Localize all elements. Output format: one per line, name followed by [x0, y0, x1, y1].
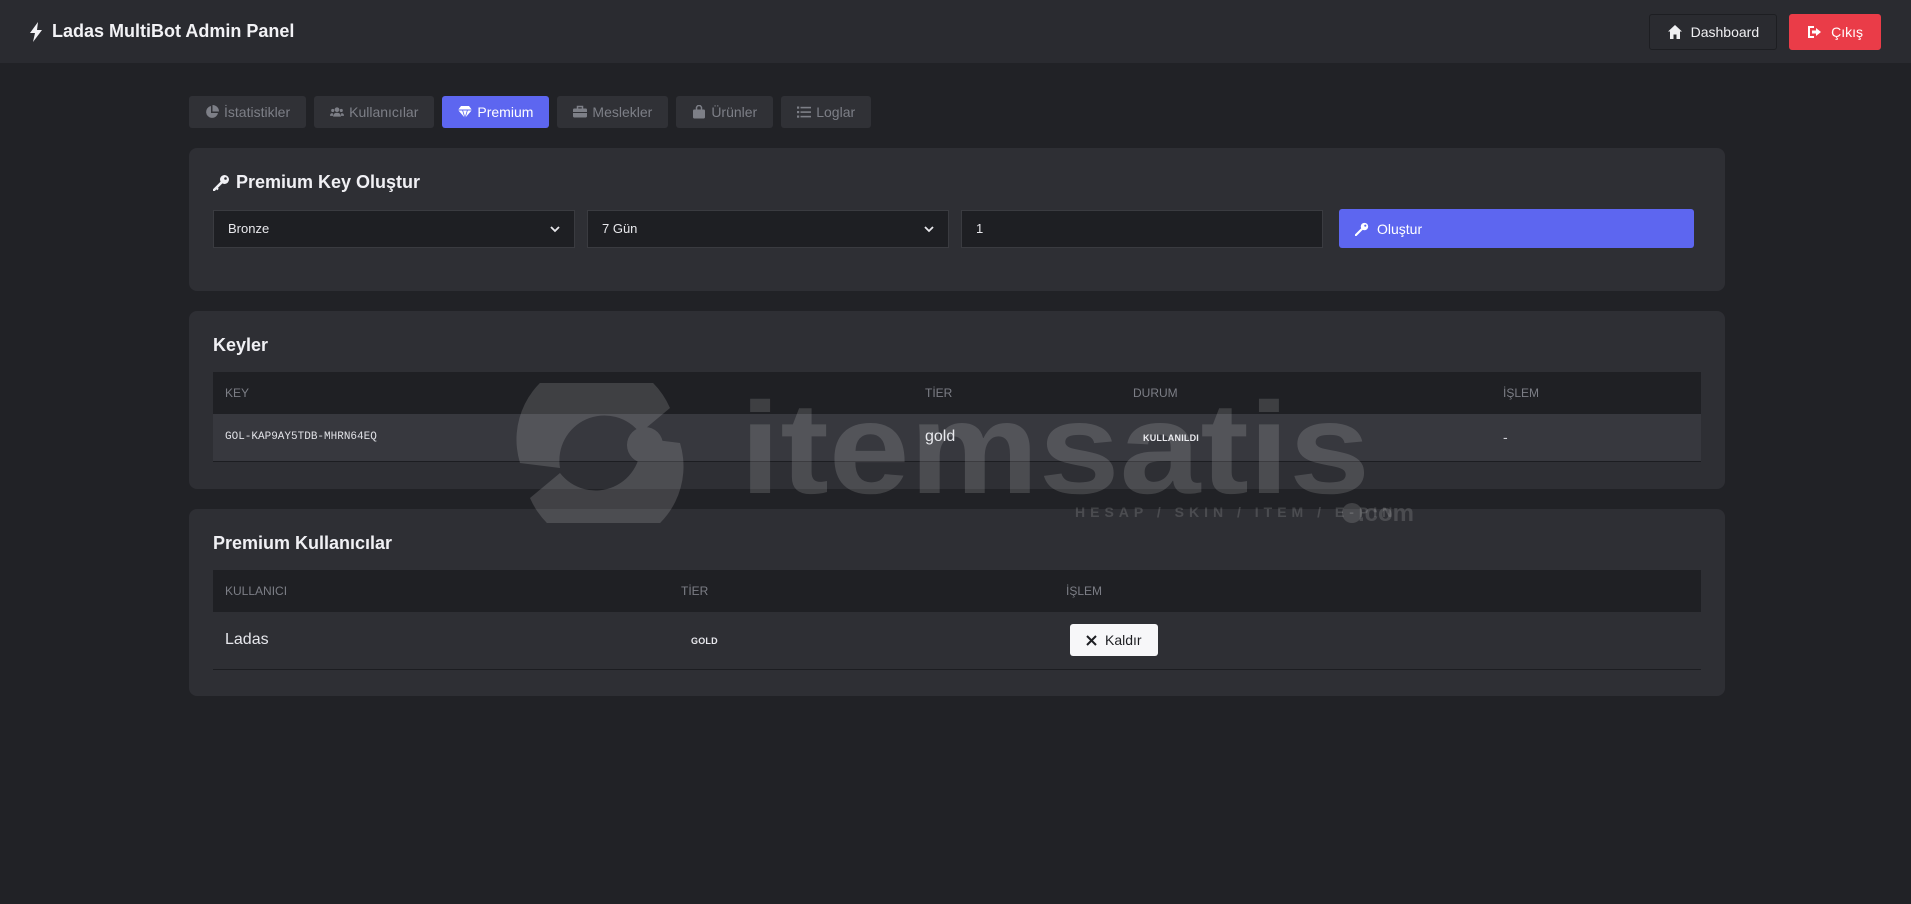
- chevron-down-icon: [550, 225, 560, 232]
- tab-meslekler[interactable]: Meslekler: [557, 96, 669, 128]
- key-icon: [213, 175, 229, 191]
- chevron-down-icon: [924, 225, 934, 232]
- list-icon: [797, 106, 812, 118]
- column-header: TİER: [669, 570, 1054, 612]
- action-cell: Kaldır: [1054, 612, 1701, 670]
- bolt-icon: [30, 21, 42, 42]
- app-title: Ladas MultiBot Admin Panel: [52, 21, 295, 41]
- brand: Ladas MultiBot Admin Panel: [28, 21, 294, 42]
- premium-users-heading: Premium Kullanıcılar: [213, 533, 393, 553]
- column-header: İŞLEM: [1054, 570, 1701, 612]
- sign-out-icon: [1808, 25, 1822, 38]
- keys-heading: Keyler: [213, 335, 269, 355]
- duration-select[interactable]: 7 Gün: [587, 209, 949, 248]
- keys-card: Keyler KEY TİER DURUM İŞLEM GOL-KAP9AY5T…: [189, 311, 1725, 489]
- key-icon: [1355, 222, 1369, 236]
- dashboard-button[interactable]: Dashboard: [1648, 13, 1778, 50]
- tab-label: Kullanıcılar: [349, 104, 419, 120]
- keys-table-header: KEY TİER DURUM İŞLEM: [213, 372, 1701, 414]
- premium-users-table-header: KULLANICI TİER İŞLEM: [213, 570, 1701, 612]
- status-cell: KULLANILDI: [1121, 414, 1491, 462]
- chart-pie-icon: [206, 105, 219, 118]
- logout-label: Çıkış: [1831, 23, 1863, 40]
- gem-icon: [458, 106, 473, 119]
- key-cell: GOL-KAP9AY5TDB-MHRN64EQ: [213, 414, 913, 462]
- create-key-title: Premium Key Oluştur: [236, 172, 421, 192]
- tab-loglar[interactable]: Loglar: [781, 96, 872, 128]
- tier-badge: GOLD: [691, 636, 718, 647]
- tab-label: Premium: [477, 104, 534, 120]
- home-icon: [1667, 24, 1682, 39]
- bag-icon: [693, 105, 706, 119]
- tab-label: Meslekler: [592, 104, 653, 120]
- keys-table: KEY TİER DURUM İŞLEM GOL-KAP9AY5TDB-MHRN…: [213, 372, 1701, 462]
- tier-select-value: Bronze: [228, 221, 270, 236]
- create-key-button[interactable]: Oluştur: [1339, 209, 1694, 248]
- quantity-value: 1: [976, 221, 984, 236]
- tab-label: Ürünler: [711, 104, 758, 120]
- action-cell: -: [1491, 414, 1701, 462]
- briefcase-icon: [573, 105, 588, 118]
- tab-kullanicilar[interactable]: Kullanıcılar: [314, 96, 435, 128]
- column-header: TİER: [913, 372, 1121, 414]
- quantity-input[interactable]: 1: [961, 209, 1323, 248]
- column-header: İŞLEM: [1491, 372, 1701, 414]
- column-header: KEY: [213, 372, 913, 414]
- premium-users-table: KULLANICI TİER İŞLEM Ladas GOLD Kaldır: [213, 570, 1701, 670]
- top-actions: Dashboard Çıkış: [1648, 13, 1881, 50]
- tab-label: Loglar: [816, 104, 856, 120]
- users-icon: [330, 107, 345, 117]
- create-key-form: Bronze 7 Gün 1 Oluştur: [213, 209, 1701, 248]
- user-cell: Ladas: [213, 612, 669, 670]
- duration-select-value: 7 Gün: [602, 221, 638, 236]
- tab-istatistikler[interactable]: İstatistikler: [189, 96, 307, 128]
- close-icon: [1086, 635, 1097, 646]
- top-navbar: Ladas MultiBot Admin Panel Dashboard Çık…: [0, 0, 1911, 63]
- tab-bar: İstatistikler Kullanıcılar Premium Mesle…: [189, 96, 1725, 128]
- table-row: GOL-KAP9AY5TDB-MHRN64EQ gold KULLANILDI …: [213, 414, 1701, 462]
- tier-select[interactable]: Bronze: [213, 209, 575, 248]
- remove-button[interactable]: Kaldır: [1070, 624, 1158, 657]
- create-key-heading: Premium Key Oluştur: [213, 172, 1701, 193]
- create-key-card: Premium Key Oluştur Bronze 7 Gün 1 Oluşt…: [189, 148, 1725, 291]
- tab-premium[interactable]: Premium: [442, 96, 550, 128]
- dashboard-label: Dashboard: [1690, 23, 1760, 40]
- create-key-button-label: Oluştur: [1377, 220, 1423, 237]
- tier-cell: gold: [913, 414, 1121, 462]
- premium-users-card: Premium Kullanıcılar KULLANICI TİER İŞLE…: [189, 509, 1725, 696]
- status-badge: KULLANILDI: [1143, 433, 1199, 444]
- tab-urunler[interactable]: Ürünler: [676, 96, 774, 128]
- logout-button[interactable]: Çıkış: [1789, 13, 1881, 50]
- tab-label: İstatistikler: [224, 104, 291, 120]
- tier-cell: GOLD: [669, 612, 1054, 670]
- remove-button-label: Kaldır: [1105, 632, 1142, 649]
- column-header: DURUM: [1121, 372, 1491, 414]
- table-row: Ladas GOLD Kaldır: [213, 612, 1701, 670]
- main-content: İstatistikler Kullanıcılar Premium Mesle…: [189, 96, 1725, 696]
- column-header: KULLANICI: [213, 570, 669, 612]
